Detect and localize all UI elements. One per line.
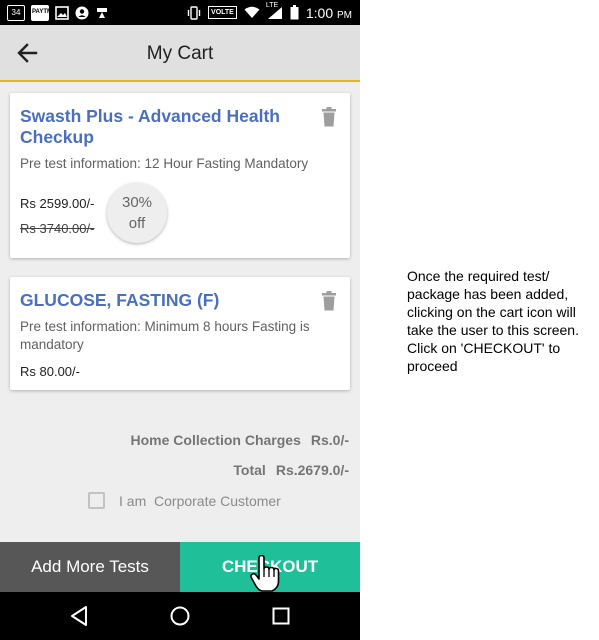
total-row: Total Rs.2679.0/- — [233, 462, 349, 478]
system-nav-bar — [0, 592, 360, 640]
add-more-tests-button[interactable]: Add More Tests — [0, 542, 180, 592]
image-icon — [55, 5, 69, 20]
annotation-text: Once the required test/ package has been… — [407, 268, 579, 374]
status-bar: 34 PAYTM VOLTE LTE 1:00 PM — [0, 0, 360, 25]
total-label: Total — [233, 462, 266, 478]
nav-recents-icon[interactable] — [270, 605, 292, 627]
app-bar: My Cart — [0, 25, 360, 82]
trash-icon[interactable] — [321, 291, 337, 311]
cart-item-name: GLUCOSE, FASTING (F) — [20, 290, 220, 310]
battery-icon — [290, 5, 299, 20]
page-title: My Cart — [146, 43, 214, 64]
pretest-info: Pre test information: 12 Hour Fasting Ma… — [20, 156, 309, 171]
clock-suffix: PM — [337, 9, 352, 21]
pretest-info: Pre test information: Minimum 8 hours Fa… — [20, 319, 310, 352]
item-old-price: Rs 3740.00/- — [20, 221, 95, 236]
signal-icon — [267, 6, 282, 19]
clock-time: 1:00 — [305, 4, 334, 21]
trash-icon[interactable] — [321, 107, 337, 127]
total-value: Rs.2679.0/- — [275, 462, 349, 478]
corporate-customer-option[interactable]: I am Corporate Customer — [88, 492, 281, 509]
send-icon — [97, 7, 107, 18]
nav-home-icon[interactable] — [169, 605, 191, 627]
cart-item-name: Swasth Plus - Advanced Health Checkup — [20, 106, 280, 147]
vibrate-icon — [187, 5, 201, 20]
corporate-checkbox[interactable] — [88, 492, 105, 509]
home-collection-row: Home Collection Charges Rs.0/- — [131, 432, 350, 448]
discount-badge: 30% off — [107, 183, 167, 243]
hand-pointer-icon — [250, 555, 280, 592]
clock: 1:00 PM — [306, 5, 352, 21]
wifi-icon — [244, 6, 260, 18]
cart-item-card: Swasth Plus - Advanced Health Checkup Pr… — [10, 93, 350, 258]
notification-34-icon: 34 — [7, 4, 25, 21]
corporate-label: I am Corporate Customer — [119, 492, 281, 509]
paytm-icon: PAYTM — [31, 4, 52, 21]
home-collection-value: Rs.0/- — [310, 432, 349, 448]
item-price: Rs 2599.00/- — [20, 196, 95, 211]
cart-item-card: GLUCOSE, FASTING (F) Pre test informatio… — [10, 277, 350, 390]
account-icon — [75, 6, 89, 19]
nav-back-icon[interactable] — [68, 605, 90, 627]
item-price: Rs 80.00/- — [20, 364, 80, 379]
discount-off: off — [128, 215, 146, 232]
home-collection-label: Home Collection Charges — [130, 432, 301, 448]
volte-icon: VOLTE — [208, 6, 237, 19]
phone-screen: 34 PAYTM VOLTE LTE 1:00 PM My Cart Swast… — [0, 0, 360, 640]
discount-percent: 30% — [121, 194, 153, 211]
